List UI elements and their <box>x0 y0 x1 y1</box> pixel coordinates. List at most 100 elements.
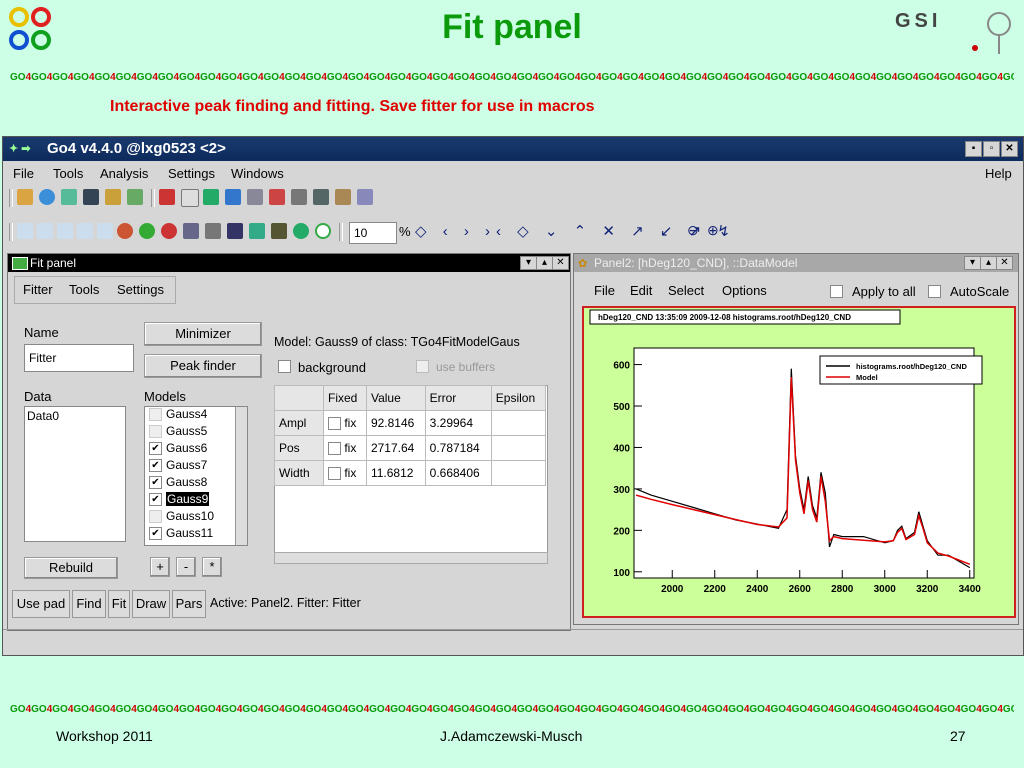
table-row[interactable]: Width fix 11.6812 0.668406 <box>274 460 547 486</box>
model-item[interactable]: ✔ Gauss7 <box>145 458 247 475</box>
tab-use-pad[interactable]: Use pad <box>12 590 70 618</box>
layout-icon[interactable] <box>183 223 199 239</box>
zoom-input[interactable]: 10 <box>349 222 397 244</box>
fit-panel-max-button[interactable]: ▴ <box>536 256 553 270</box>
fit-menu-fitter[interactable]: Fitter <box>23 282 53 297</box>
model-checkbox[interactable]: ✔ <box>149 442 162 456</box>
open-icon[interactable] <box>17 189 33 205</box>
apply-to-all-checkbox[interactable] <box>830 285 843 298</box>
film-icon[interactable] <box>313 189 329 205</box>
align-icon-4[interactable] <box>77 223 93 239</box>
histogram-icon[interactable] <box>159 189 175 205</box>
edit-icon[interactable] <box>249 223 265 239</box>
model-checkbox[interactable]: ✔ <box>149 493 162 507</box>
model-checkbox[interactable]: ✔ <box>149 476 162 490</box>
model-item[interactable]: Gauss5 <box>145 424 247 441</box>
p2-menu-edit[interactable]: Edit <box>630 283 652 298</box>
fit-panel-close-button[interactable]: ✕ <box>552 256 569 270</box>
align-icon-5[interactable] <box>97 223 113 239</box>
model-item[interactable]: Gauss10 <box>145 509 247 526</box>
fit-panel-menu-button[interactable]: ▾ <box>520 256 537 270</box>
data-list[interactable]: Data0 <box>24 406 126 542</box>
model-checkbox[interactable] <box>149 425 162 439</box>
p2-menu-select[interactable]: Select <box>668 283 704 298</box>
fitter-name-input[interactable]: Fitter <box>24 344 134 372</box>
minimize-button[interactable]: ▪ <box>965 141 982 157</box>
printer-icon[interactable] <box>247 189 263 205</box>
ellipse-icon[interactable] <box>117 223 133 239</box>
menu-file[interactable]: File <box>13 166 34 181</box>
error-cell[interactable]: 0.787184 <box>424 435 492 461</box>
fit-menu-settings[interactable]: Settings <box>117 282 164 297</box>
box-icon[interactable] <box>227 223 243 239</box>
model-item[interactable]: ✔ Gauss6 <box>145 441 247 458</box>
star-button[interactable]: * <box>202 557 222 577</box>
marker-icon[interactable] <box>161 223 177 239</box>
models-list[interactable]: Gauss4 Gauss5 ✔ Gauss6 ✔ Gauss7 ✔ Gauss8 ✔ Gauss9… <box>144 406 248 546</box>
fix-cell[interactable]: fix <box>323 435 367 461</box>
model-item[interactable]: Gauss4 <box>145 407 247 424</box>
bar-chart-icon[interactable] <box>225 189 241 205</box>
p2-menu-file[interactable]: File <box>594 283 615 298</box>
exit-icon[interactable] <box>127 189 143 205</box>
target-icon[interactable] <box>315 223 331 239</box>
panel2-menu-button[interactable]: ▾ <box>964 256 981 270</box>
zoom-out-icon[interactable]: ⊖ <box>687 222 699 239</box>
background-checkbox[interactable] <box>278 360 291 373</box>
peak-finder-button[interactable]: Peak finder <box>144 354 262 378</box>
image-icon[interactable] <box>61 189 77 205</box>
maximize-button[interactable]: ▫ <box>983 141 1000 157</box>
p2-menu-options[interactable]: Options <box>722 283 767 298</box>
minimizer-button[interactable]: Minimizer <box>144 322 262 346</box>
data-item[interactable]: Data0 <box>25 407 125 425</box>
table-row[interactable]: Ampl fix 92.8146 3.29964 <box>274 410 547 436</box>
editor-icon[interactable] <box>269 189 285 205</box>
tab-pars[interactable]: Pars <box>172 590 206 618</box>
menu-settings[interactable]: Settings <box>168 166 215 181</box>
value-cell[interactable]: 11.6812 <box>365 460 426 486</box>
remove-model-button[interactable]: - <box>176 557 196 577</box>
grid-icon[interactable] <box>205 223 221 239</box>
menu-help[interactable]: Help <box>985 166 1012 181</box>
histogram-chart[interactable]: hDeg120_CND 13:35:09 2009-12-08 histogra… <box>584 308 1014 616</box>
align-left-icon[interactable] <box>17 223 33 239</box>
menu-analysis[interactable]: Analysis <box>100 166 148 181</box>
tab-draw[interactable]: Draw <box>132 590 170 618</box>
models-scrollbar[interactable] <box>235 407 247 545</box>
panel2-close-button[interactable]: ✕ <box>996 256 1013 270</box>
model-item[interactable]: ✔ Gauss8 <box>145 475 247 492</box>
model-item[interactable]: ✔ Gauss11 <box>145 526 247 543</box>
copy-icon[interactable] <box>271 223 287 239</box>
error-cell[interactable]: 0.668406 <box>424 460 492 486</box>
magnifier-icon[interactable] <box>291 189 307 205</box>
save-icon[interactable] <box>83 189 99 205</box>
close-button[interactable]: ✕ <box>1001 141 1018 157</box>
window-icon[interactable] <box>357 189 373 205</box>
graph-icon[interactable] <box>181 189 199 207</box>
fit-menu-tools[interactable]: Tools <box>69 282 99 297</box>
model-checkbox[interactable]: ✔ <box>149 527 162 541</box>
model-checkbox[interactable]: ✔ <box>149 459 162 473</box>
fix-cell[interactable]: fix <box>323 410 367 436</box>
tab-find[interactable]: Find <box>72 590 106 618</box>
menu-tools[interactable]: Tools <box>53 166 83 181</box>
epsilon-cell[interactable] <box>490 410 547 436</box>
panel2-max-button[interactable]: ▴ <box>980 256 997 270</box>
error-cell[interactable]: 3.29964 <box>424 410 492 436</box>
menu-windows[interactable]: Windows <box>231 166 284 181</box>
globe-icon[interactable] <box>39 189 55 205</box>
rebuild-button[interactable]: Rebuild <box>24 557 118 579</box>
align-icon-2[interactable] <box>37 223 53 239</box>
value-cell[interactable]: 2717.64 <box>365 435 426 461</box>
autoscale-checkbox[interactable] <box>928 285 941 298</box>
circle-icon[interactable] <box>293 223 309 239</box>
epsilon-cell[interactable] <box>490 435 547 461</box>
model-item[interactable]: ✔ Gauss9 <box>145 492 247 509</box>
add-model-button[interactable]: + <box>150 557 170 577</box>
model-checkbox[interactable] <box>149 510 162 524</box>
chart-icon[interactable] <box>203 189 219 205</box>
folder-icon[interactable] <box>105 189 121 205</box>
use-buffers-checkbox[interactable] <box>416 360 429 373</box>
value-cell[interactable]: 92.8146 <box>365 410 426 436</box>
epsilon-cell[interactable] <box>490 460 547 486</box>
